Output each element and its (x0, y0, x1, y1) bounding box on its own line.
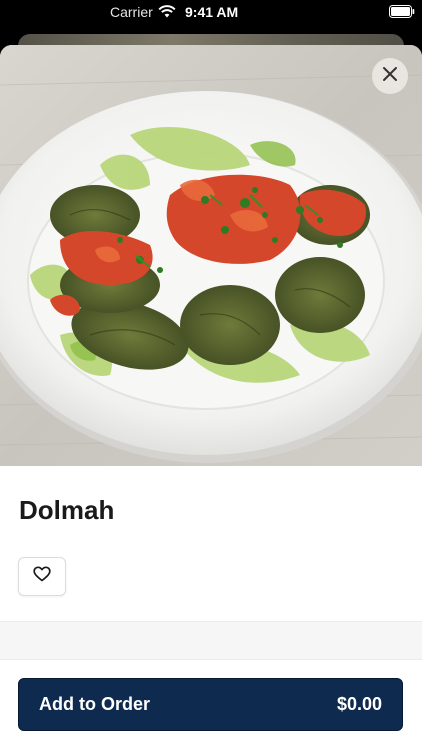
heart-icon (33, 566, 51, 587)
close-icon (382, 66, 398, 87)
status-time: 9:41 AM (185, 4, 239, 20)
favorite-button[interactable] (18, 557, 66, 596)
add-to-order-button[interactable]: Add to Order $0.00 (18, 678, 403, 731)
dish-photo (0, 45, 422, 466)
wifi-icon (158, 5, 176, 18)
battery-icon (389, 5, 415, 18)
status-bar: Carrier 9:41 AM (0, 0, 422, 24)
item-title: Dolmah (19, 495, 115, 525)
close-button[interactable] (372, 58, 408, 94)
item-detail-screen: Carrier 9:41 AM Dolmah Add to Order $0.0… (0, 0, 422, 750)
item-detail-sheet: Dolmah Add to Order $0.00 (0, 45, 422, 750)
add-to-order-label: Add to Order (39, 694, 150, 714)
carrier-label: Carrier (110, 4, 153, 20)
order-price: $0.00 (336, 694, 382, 714)
section-divider (0, 621, 422, 660)
